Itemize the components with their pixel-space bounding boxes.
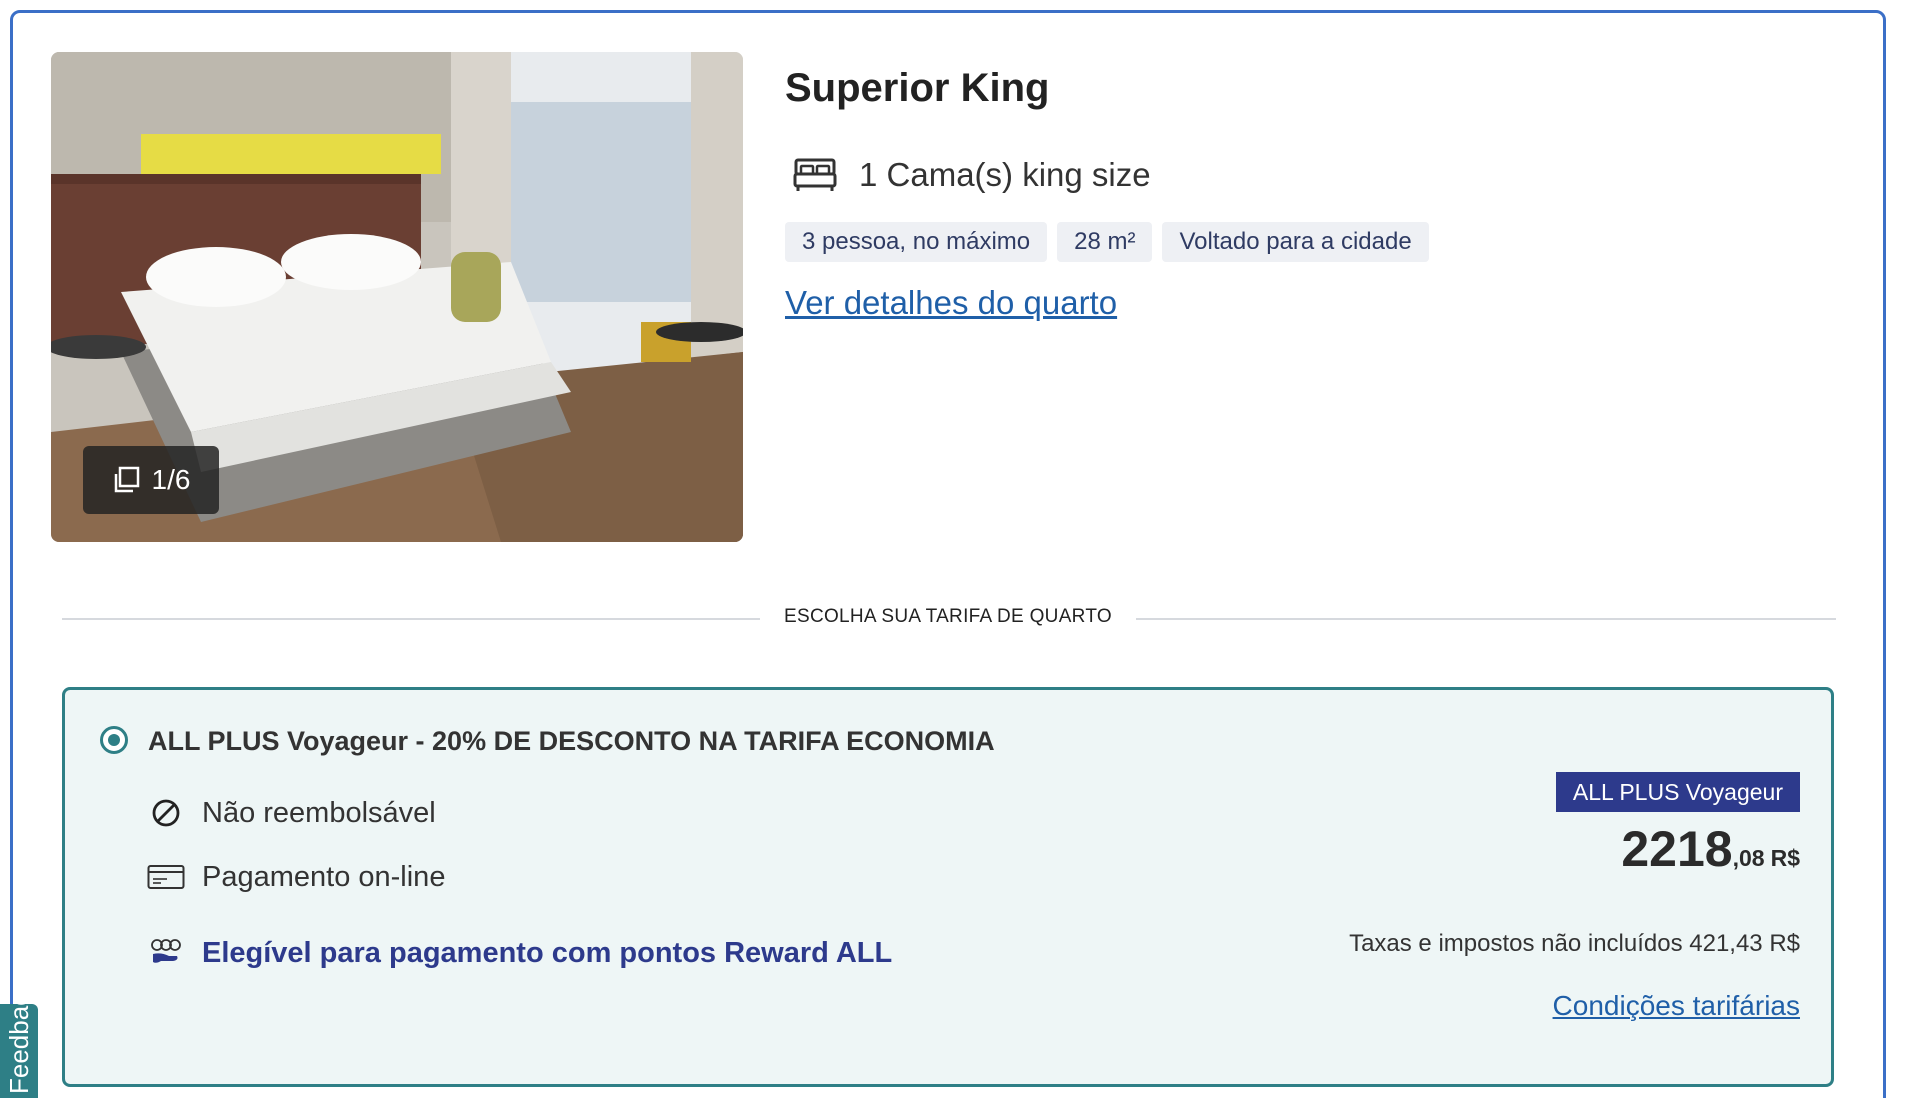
room-details-link[interactable]: Ver detalhes do quarto xyxy=(785,284,1117,322)
member-rate-badge: ALL PLUS Voyageur xyxy=(1555,772,1800,812)
room-title: Superior King xyxy=(785,66,1050,110)
photo-gallery-button[interactable]: 1/6 xyxy=(83,446,219,514)
feedback-tab[interactable]: Feedback xyxy=(0,1004,38,1098)
room-photo[interactable]: 1/6 xyxy=(51,52,743,542)
refund-policy-label: Não reembolsável xyxy=(202,796,436,829)
price-decimal: ,08 xyxy=(1732,845,1765,871)
bed-info: 1 Cama(s) king size xyxy=(793,152,1151,198)
rate-radio-button[interactable] xyxy=(100,726,128,754)
refund-policy: Não reembolsável xyxy=(147,794,436,832)
feature-chip-occupancy: 3 pessoa, no máximo xyxy=(785,222,1048,262)
rate-title: ALL PLUS Voyageur - 20% DE DESCONTO NA T… xyxy=(148,726,995,756)
reward-eligibility-label: Elegível para pagamento com pontos Rewar… xyxy=(202,936,893,969)
credit-card-icon xyxy=(147,858,185,896)
no-refund-icon xyxy=(147,794,185,832)
payment-method-label: Pagamento on-line xyxy=(202,860,446,893)
rate-option-card[interactable]: ALL PLUS Voyageur - 20% DE DESCONTO NA T… xyxy=(62,687,1834,1087)
bed-label: 1 Cama(s) king size xyxy=(859,156,1151,193)
price-currency: R$ xyxy=(1770,845,1800,871)
reward-points-icon xyxy=(147,934,185,972)
room-features: 3 pessoa, no máximo 28 m² Voltado para a… xyxy=(785,222,1429,262)
divider-right xyxy=(1136,618,1836,620)
rate-price: 2218 ,08 R$ xyxy=(1621,820,1800,878)
taxes-note: Taxas e impostos não incluídos 421,43 R$ xyxy=(1349,930,1800,957)
feature-chip-view: Voltado para a cidade xyxy=(1162,222,1429,262)
bed-icon xyxy=(793,157,837,193)
photo-counter-text: 1/6 xyxy=(151,464,191,495)
payment-method: Pagamento on-line xyxy=(147,858,445,896)
divider-left xyxy=(62,618,760,620)
reward-eligibility: Elegível para pagamento com pontos Rewar… xyxy=(147,934,892,972)
rate-conditions-link[interactable]: Condições tarifárias xyxy=(1553,990,1800,1022)
price-integer: 2218 xyxy=(1621,821,1733,877)
rate-section-heading: ESCOLHA SUA TARIFA DE QUARTO xyxy=(784,606,1112,627)
gallery-icon xyxy=(112,466,140,494)
feedback-tab-label: Feedback xyxy=(4,1004,34,1094)
feature-chip-size: 28 m² xyxy=(1057,222,1153,262)
